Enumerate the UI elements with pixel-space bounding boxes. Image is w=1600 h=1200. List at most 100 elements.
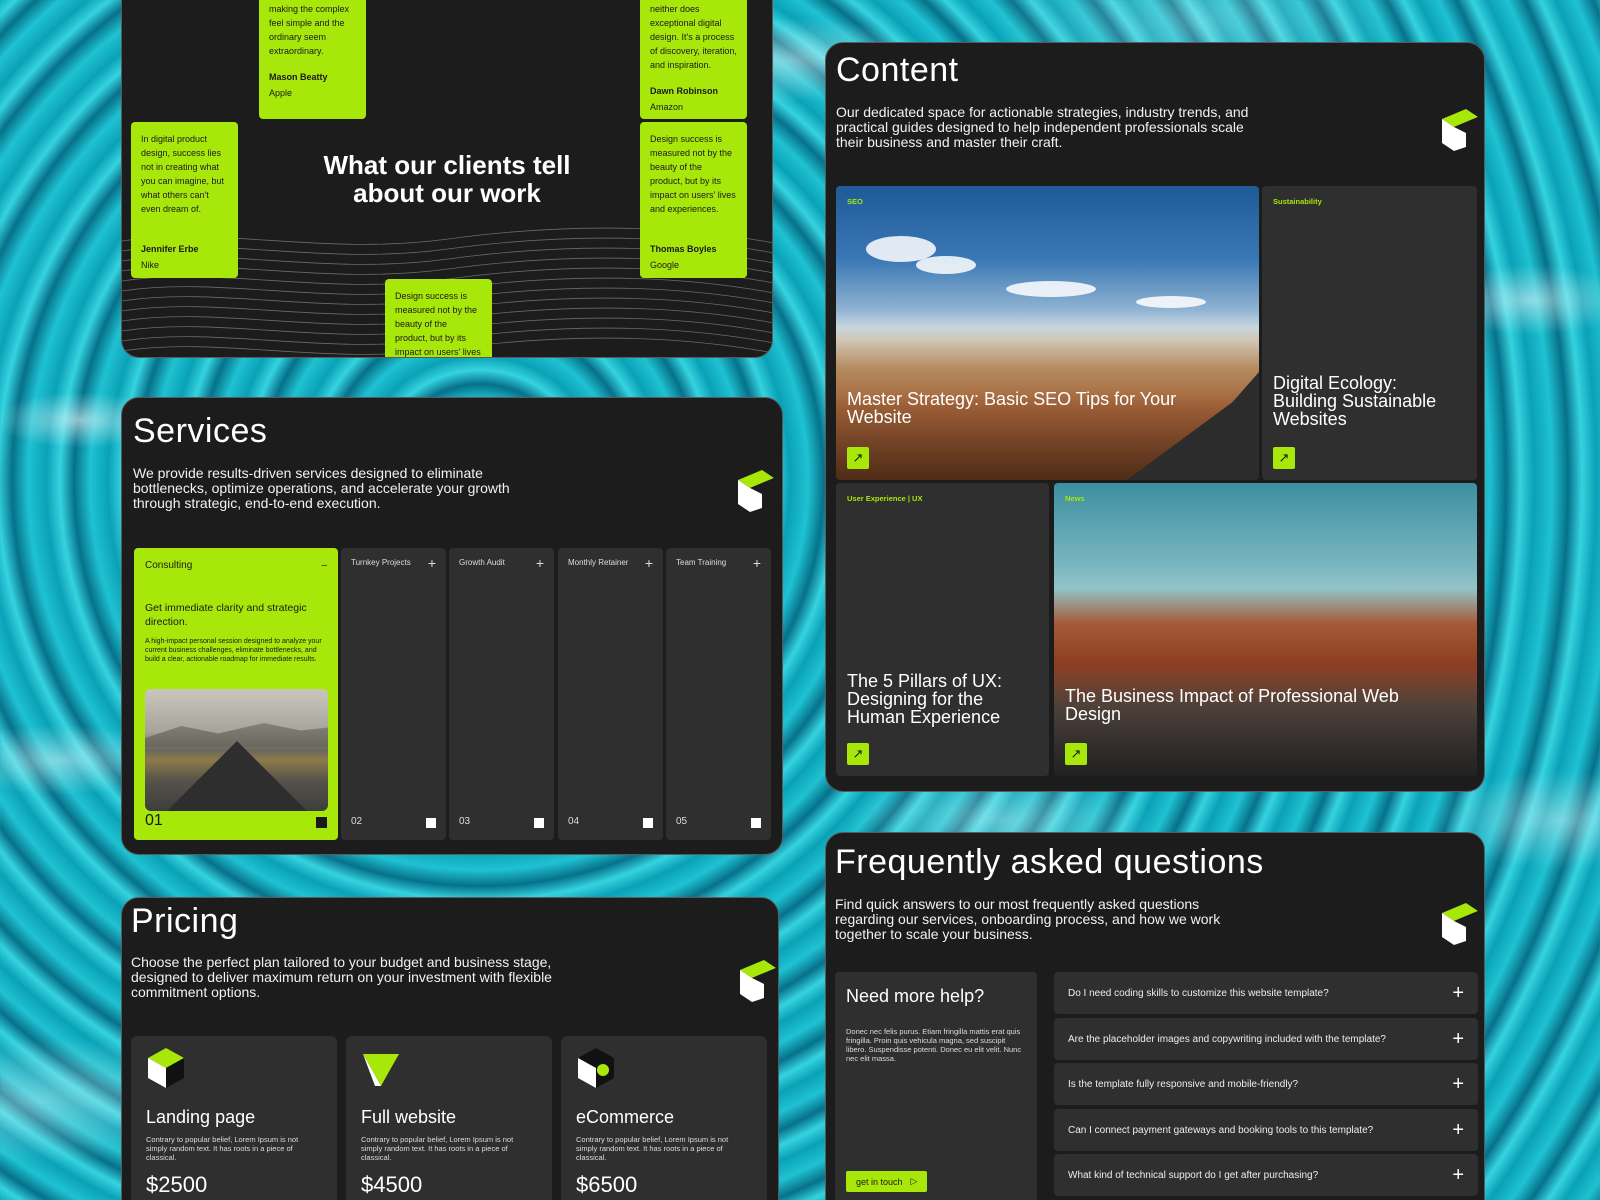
brand-logo-icon xyxy=(734,956,778,1004)
pricing-card-landing-page[interactable]: Landing page Contrary to popular belief,… xyxy=(131,1036,337,1200)
article-title: The 5 Pillars of UX: Designing for the H… xyxy=(847,671,1003,727)
testimonials-heading: What our clients tell about our work xyxy=(323,150,571,208)
arrow-up-right-icon[interactable]: ↗ xyxy=(1065,743,1087,765)
pricing-panel: Pricing Choose the perfect plan tailored… xyxy=(121,897,779,1200)
plan-price: $2500 xyxy=(146,1172,208,1197)
brand-logo-icon xyxy=(1436,899,1480,947)
play-arrow-icon: ▷ xyxy=(910,1176,918,1186)
plus-icon[interactable]: + xyxy=(1452,1164,1464,1187)
service-label: Team Training xyxy=(676,558,727,567)
article-title: The Business Impact of Professional Web … xyxy=(1065,686,1399,724)
brand-logo-icon xyxy=(732,466,776,514)
article-card-seo[interactable]: SEO Master Strategy: Basic SEO Tips for … xyxy=(836,186,1259,480)
testimonial-quote: Design success is measured not by the be… xyxy=(395,291,481,357)
testimonial-company: Amazon xyxy=(650,102,684,112)
minus-icon[interactable]: – xyxy=(321,560,327,571)
square-icon xyxy=(426,818,436,828)
arrow-up-right-icon[interactable]: ↗ xyxy=(1273,447,1295,469)
content-description: Our dedicated space for actionable strat… xyxy=(836,104,1249,150)
plan-name: Landing page xyxy=(146,1107,256,1127)
service-card-consulting[interactable]: Consulting – Get immediate clarity and s… xyxy=(134,548,338,840)
plus-icon[interactable]: + xyxy=(428,556,436,570)
plus-icon[interactable]: + xyxy=(536,556,544,570)
square-icon xyxy=(316,817,327,828)
testimonial-name: Thomas Boyles xyxy=(650,244,717,254)
square-icon xyxy=(534,818,544,828)
service-detail: A high-impact personal session designed … xyxy=(145,638,322,663)
faq-question: Can I connect payment gateways and booki… xyxy=(1068,1124,1374,1136)
article-card-news[interactable]: News The Business Impact of Professional… xyxy=(1054,483,1477,776)
plus-icon[interactable]: + xyxy=(645,556,653,570)
service-number: 02 xyxy=(351,816,363,827)
help-card: Need more help? Donec nec felis purus. E… xyxy=(835,972,1037,1200)
service-lead: Get immediate clarity and strategic dire… xyxy=(145,602,307,628)
get-in-touch-button[interactable]: get in touch ▷ xyxy=(846,1171,928,1192)
plan-description: Contrary to popular belief, Lorem Ipsum … xyxy=(576,1135,729,1162)
testimonial-card-google: Design success is measured not by the be… xyxy=(640,122,747,278)
service-card-team-training[interactable]: Team Training + 05 xyxy=(666,548,771,840)
pricing-card-full-website[interactable]: Full website Contrary to popular belief,… xyxy=(346,1036,552,1200)
pricing-description: Choose the perfect plan tailored to your… xyxy=(131,954,552,1000)
plus-icon[interactable]: + xyxy=(1452,982,1464,1005)
content-title: Content xyxy=(836,51,959,89)
testimonials-panel: making the complex feel simple and the o… xyxy=(121,0,773,358)
help-title: Need more help? xyxy=(846,986,985,1006)
plus-icon[interactable]: + xyxy=(1452,1073,1464,1096)
plan-price: $6500 xyxy=(576,1172,638,1197)
square-icon xyxy=(751,818,761,828)
service-number: 04 xyxy=(568,816,580,827)
testimonial-card-apple: making the complex feel simple and the o… xyxy=(259,0,366,119)
testimonial-name: Jennifer Erbe xyxy=(141,244,199,254)
cube-icon xyxy=(578,1048,614,1088)
faq-question: What kind of technical support do I get … xyxy=(1068,1169,1319,1181)
services-title: Services xyxy=(133,412,268,450)
article-tag: User Experience | UX xyxy=(847,494,923,503)
article-card-ux[interactable]: User Experience | UX The 5 Pillars of UX… xyxy=(836,483,1049,776)
testimonial-quote: Design success is measured not by the be… xyxy=(650,134,736,214)
faq-title: Frequently asked questions xyxy=(835,843,1264,881)
testimonial-name: Mason Beatty xyxy=(269,72,328,82)
service-number: 01 xyxy=(145,812,163,829)
service-number: 03 xyxy=(459,816,471,827)
cube-icon xyxy=(363,1054,399,1086)
testimonial-quote: neither does exceptional digital design.… xyxy=(650,4,737,70)
testimonial-name: Dawn Robinson xyxy=(650,86,718,96)
article-tag: SEO xyxy=(847,197,863,206)
arrow-up-right-icon[interactable]: ↗ xyxy=(847,447,869,469)
service-card-turnkey[interactable]: Turnkey Projects + 02 xyxy=(341,548,446,840)
button-label: get in touch xyxy=(856,1176,903,1187)
service-number: 05 xyxy=(676,816,688,827)
service-label: Turnkey Projects xyxy=(351,558,411,567)
plan-name: eCommerce xyxy=(576,1107,675,1127)
brand-logo-icon xyxy=(1436,105,1480,153)
arrow-up-right-icon[interactable]: ↗ xyxy=(847,743,869,765)
faq-panel: Frequently asked questions Find quick an… xyxy=(825,832,1485,1200)
faq-item[interactable]: Do I need coding skills to customize thi… xyxy=(1054,972,1478,1014)
service-label: Consulting xyxy=(145,560,193,571)
plan-name: Full website xyxy=(361,1107,457,1127)
service-card-growth-audit[interactable]: Growth Audit + 03 xyxy=(449,548,554,840)
faq-question: Are the placeholder images and copywriti… xyxy=(1068,1033,1386,1045)
faq-description: Find quick answers to our most frequentl… xyxy=(835,896,1221,942)
pricing-title: Pricing xyxy=(131,902,239,940)
service-card-monthly-retainer[interactable]: Monthly Retainer + 04 xyxy=(558,548,663,840)
faq-question: Do I need coding skills to customize thi… xyxy=(1068,987,1329,999)
plus-icon[interactable]: + xyxy=(1452,1028,1464,1051)
article-card-sustainability[interactable]: Sustainability Digital Ecology: Building… xyxy=(1262,186,1477,480)
pricing-card-ecommerce[interactable]: eCommerce Contrary to popular belief, Lo… xyxy=(561,1036,767,1200)
faq-item[interactable]: Is the template fully responsive and mob… xyxy=(1054,1063,1478,1105)
services-panel: Services We provide results-driven servi… xyxy=(121,397,783,855)
plus-icon[interactable]: + xyxy=(753,556,761,570)
testimonial-quote: In digital product design, success lies … xyxy=(141,134,225,214)
service-road-image xyxy=(145,689,328,811)
testimonial-company: Google xyxy=(650,260,680,270)
faq-item[interactable]: What kind of technical support do I get … xyxy=(1054,1154,1478,1196)
plus-icon[interactable]: + xyxy=(1452,1119,1464,1142)
faq-item[interactable]: Can I connect payment gateways and booki… xyxy=(1054,1109,1478,1151)
testimonial-company: Apple xyxy=(269,88,293,98)
plan-price: $4500 xyxy=(361,1172,423,1197)
service-label: Monthly Retainer xyxy=(568,558,629,567)
faq-item[interactable]: Are the placeholder images and copywriti… xyxy=(1054,1018,1478,1060)
faq-question: Is the template fully responsive and mob… xyxy=(1068,1078,1299,1090)
testimonial-card-nike: In digital product design, success lies … xyxy=(131,122,238,278)
